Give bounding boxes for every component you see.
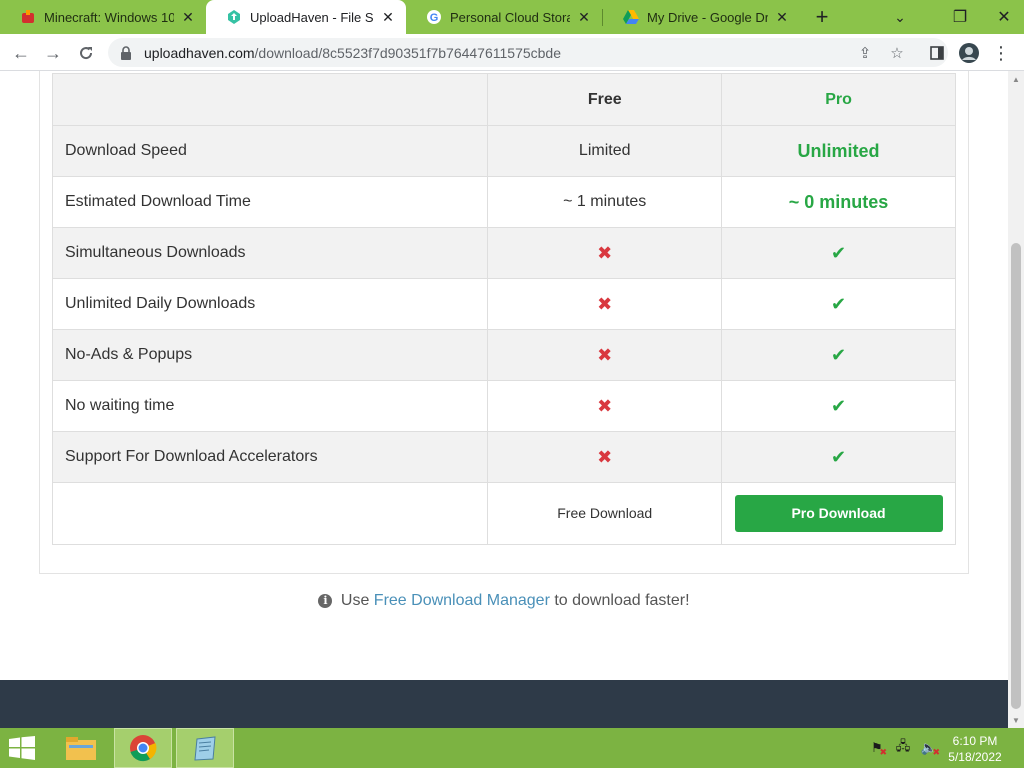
- tab-strip: Minecraft: Windows 10 E ✕ UploadHaven - …: [0, 0, 1024, 34]
- info-icon: i: [318, 594, 333, 608]
- table-row: Support For Download Accelerators ✖ ✔: [51, 431, 956, 483]
- tab-title: My Drive - Google Drive: [647, 9, 768, 25]
- tab-title: UploadHaven - File Shari: [250, 9, 374, 25]
- table-header-row: Free Pro: [51, 73, 956, 126]
- pro-header: Pro: [721, 73, 956, 126]
- feature-label: No waiting time: [51, 380, 489, 432]
- feature-label: Support For Download Accelerators: [51, 431, 489, 483]
- close-window-icon[interactable]: ✕: [988, 0, 1020, 34]
- tab-title: Personal Cloud Storage &: [450, 9, 570, 25]
- check-icon: ✔: [830, 395, 847, 416]
- feature-label: Estimated Download Time: [51, 176, 489, 228]
- cross-icon: ✖: [597, 293, 613, 314]
- uploadhaven-icon: [226, 9, 242, 25]
- table-row: Simultaneous Downloads ✖ ✔: [51, 227, 956, 279]
- scrollbar-thumb[interactable]: [1011, 243, 1021, 709]
- table-row: Download Speed Limited Unlimited: [51, 125, 956, 177]
- cross-icon: ✖: [597, 395, 613, 416]
- download-tip: i Use Free Download Manager to download …: [0, 592, 1008, 610]
- volume-muted-icon[interactable]: 🔈 ✖: [920, 740, 940, 757]
- feature-label: Simultaneous Downloads: [51, 227, 489, 279]
- google-icon: G: [426, 9, 442, 25]
- close-icon[interactable]: ✕: [774, 9, 790, 25]
- pro-value: ~ 0 minutes: [788, 191, 889, 212]
- file-explorer-icon[interactable]: [52, 728, 110, 768]
- windows-taskbar: ⚑ ✖ 🖧 🔈 ✖ 6:10 PM 5/18/2022: [0, 728, 1024, 768]
- free-header: Free: [487, 73, 723, 126]
- tab-uploadhaven[interactable]: UploadHaven - File Shari ✕: [206, 0, 406, 34]
- check-icon: ✔: [830, 242, 847, 263]
- restore-window-icon[interactable]: ❐: [944, 0, 976, 34]
- url-path: /download/8c5523f7d90351f7b76447611575cb…: [254, 44, 561, 61]
- notepad-icon[interactable]: [176, 728, 234, 768]
- url-host: uploadhaven.com: [144, 44, 255, 61]
- cross-icon: ✖: [597, 344, 613, 365]
- check-icon: ✔: [830, 293, 847, 314]
- page-content: Free Pro Download Speed Limited Unlimite…: [0, 71, 1008, 728]
- tab-minecraft[interactable]: Minecraft: Windows 10 E ✕: [0, 0, 206, 34]
- back-button[interactable]: ←: [8, 40, 34, 66]
- minecraft-icon: [20, 9, 36, 25]
- address-bar[interactable]: uploadhaven.com/download/8c5523f7d90351f…: [108, 38, 948, 67]
- pro-value: Unlimited: [797, 140, 880, 161]
- reload-icon: [80, 47, 93, 60]
- menu-kebab-icon[interactable]: ⋮: [990, 42, 1012, 64]
- page-footer: [0, 680, 1008, 728]
- side-panel-icon[interactable]: [926, 42, 948, 64]
- reload-button[interactable]: [73, 40, 99, 66]
- close-icon[interactable]: ✕: [180, 9, 196, 25]
- system-clock[interactable]: 6:10 PM 5/18/2022: [940, 733, 1010, 765]
- tip-prefix: Use: [340, 592, 370, 609]
- scroll-up-arrow-icon[interactable]: ▲: [1008, 71, 1024, 87]
- feature-label: No-Ads & Popups: [51, 329, 489, 381]
- cross-icon: ✖: [597, 446, 613, 467]
- system-tray: ⚑ ✖ 🖧 🔈 ✖: [868, 738, 940, 757]
- close-icon[interactable]: ✕: [380, 9, 396, 25]
- table-row: Estimated Download Time ~ 1 minutes ~ 0 …: [51, 176, 956, 228]
- vertical-scrollbar[interactable]: ▲ ▼: [1008, 71, 1024, 728]
- forward-button[interactable]: →: [40, 40, 66, 66]
- google-drive-icon: [623, 9, 639, 25]
- feature-header: [51, 73, 489, 126]
- table-row: No waiting time ✖ ✔: [51, 380, 956, 432]
- new-tab-button[interactable]: +: [810, 4, 834, 29]
- share-icon[interactable]: ⇪: [856, 44, 874, 62]
- tab-google-drive[interactable]: My Drive - Google Drive ✕: [603, 0, 800, 34]
- clock-date: 5/18/2022: [948, 750, 1002, 764]
- close-icon[interactable]: ✕: [576, 9, 592, 25]
- free-download-manager-link[interactable]: Free Download Manager: [374, 592, 550, 609]
- free-download-link[interactable]: Free Download: [557, 505, 652, 521]
- tab-search-chevron-icon[interactable]: ⌄: [884, 0, 916, 34]
- network-icon[interactable]: 🖧: [894, 738, 912, 756]
- lock-icon: [120, 45, 134, 60]
- chrome-icon[interactable]: [114, 728, 172, 768]
- free-value: Limited: [487, 125, 723, 177]
- profile-avatar[interactable]: [958, 42, 980, 64]
- scroll-down-arrow-icon[interactable]: ▼: [1008, 712, 1024, 728]
- table-row: No-Ads & Popups ✖ ✔: [51, 329, 956, 381]
- cross-icon: ✖: [597, 242, 613, 263]
- feature-label: Unlimited Daily Downloads: [51, 278, 489, 330]
- check-icon: ✔: [830, 344, 847, 365]
- free-value: ~ 1 minutes: [487, 176, 723, 228]
- bookmark-star-icon[interactable]: ☆: [888, 44, 906, 62]
- svg-text:G: G: [430, 12, 439, 24]
- browser-toolbar: ← → uploadhaven.com/download/8c5523f7d90…: [0, 34, 1024, 71]
- tab-personal-cloud[interactable]: G Personal Cloud Storage & ✕: [406, 0, 602, 34]
- pro-download-button[interactable]: Pro Download: [734, 495, 943, 532]
- action-center-flag-icon[interactable]: ⚑ ✖: [868, 740, 887, 757]
- check-icon: ✔: [830, 446, 847, 467]
- table-row: Unlimited Daily Downloads ✖ ✔: [51, 278, 956, 330]
- download-actions-row: Free Download Pro Download: [51, 482, 956, 545]
- clock-time: 6:10 PM: [952, 734, 998, 748]
- tab-title: Minecraft: Windows 10 E: [44, 9, 174, 25]
- tip-suffix: to download faster!: [554, 592, 690, 609]
- feature-label: Download Speed: [51, 125, 489, 177]
- windows-start-icon[interactable]: [8, 736, 38, 760]
- plan-comparison-table: Free Pro Download Speed Limited Unlimite…: [51, 73, 956, 545]
